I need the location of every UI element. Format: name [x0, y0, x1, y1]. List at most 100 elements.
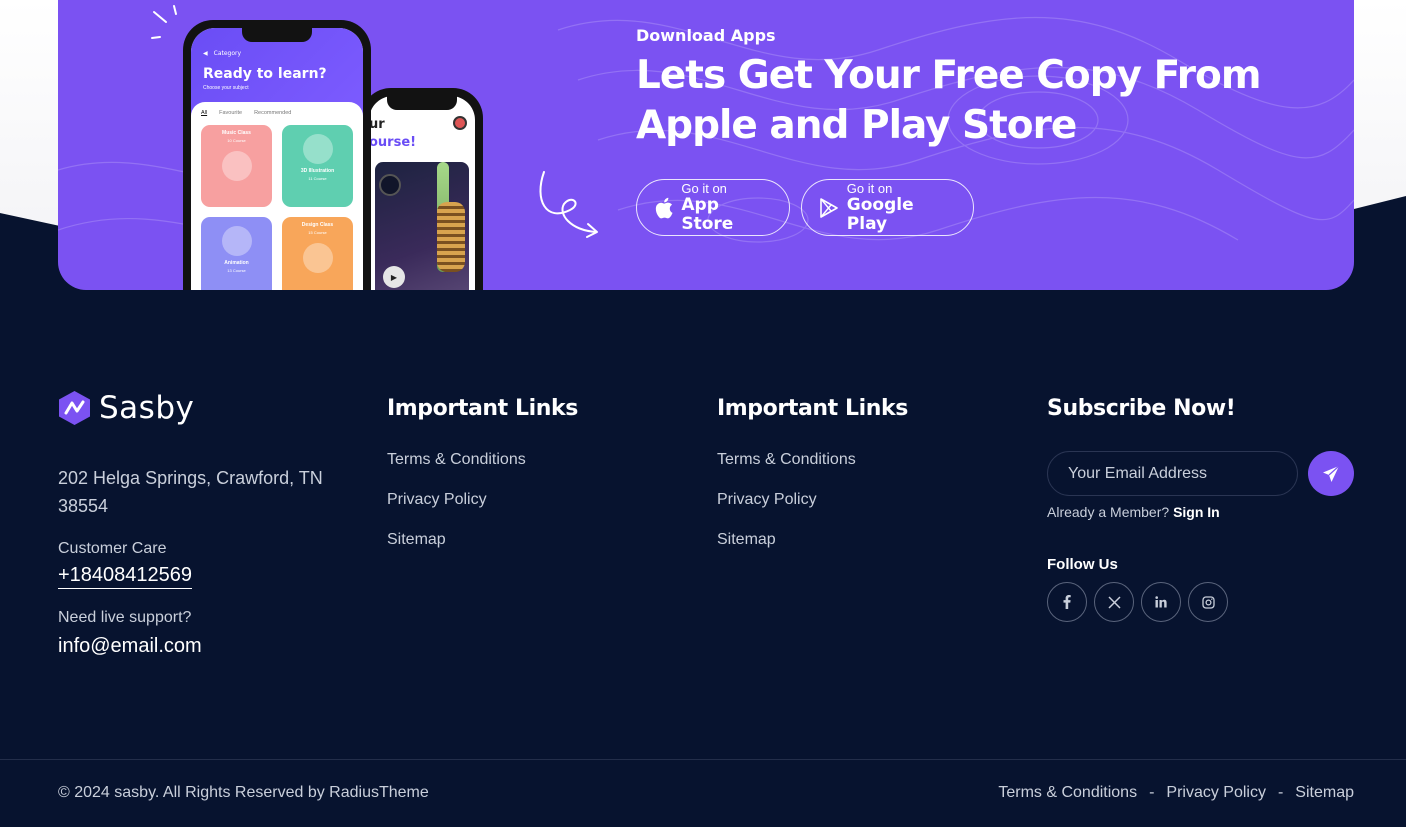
animation-illustration-icon [221, 226, 252, 256]
card-title: Animation [224, 260, 249, 266]
phone-card-music: Music Class 10 Course [201, 125, 272, 207]
links-list: Terms & Conditions Privacy Policy Sitema… [717, 451, 908, 549]
app-store-button[interactable]: Go it on App Store [636, 179, 790, 236]
subscribe-email-input[interactable] [1047, 451, 1298, 496]
music-illustration-icon [221, 151, 252, 181]
promo-text: Download Apps Lets Get Your Free Copy Fr… [636, 26, 1261, 151]
apple-icon [655, 197, 673, 219]
subscribe-send-button[interactable] [1308, 451, 1354, 496]
app-store-small: Go it on [681, 180, 727, 196]
store-buttons: Go it on App Store Go it on Google Play [636, 179, 974, 236]
phone-link[interactable]: +18408412569 [58, 564, 193, 589]
app-store-big: App Store [681, 194, 734, 234]
link-sitemap[interactable]: Sitemap [387, 531, 578, 549]
footer-links-column-2: Important Links Terms & Conditions Priva… [717, 390, 908, 571]
follow-us-title: Follow Us [1047, 556, 1118, 573]
link-terms[interactable]: Terms & Conditions [387, 451, 578, 469]
google-play-text: Go it on Google Play [846, 180, 953, 234]
link-privacy[interactable]: Privacy Policy [387, 491, 578, 509]
phone-subtitle: Choose your subject [203, 85, 249, 91]
phone-card-design: Design Class 15 Course [282, 217, 353, 290]
google-play-button[interactable]: Go it on Google Play [801, 179, 974, 236]
facebook-button[interactable] [1047, 582, 1087, 622]
link-terms[interactable]: Terms & Conditions [717, 451, 908, 469]
google-play-big: Google Play [846, 194, 914, 234]
card-count: 13 Course [227, 268, 246, 273]
card-title: Design Class [301, 222, 334, 228]
phone-body: All Favourite Recommended Music Class 10… [191, 102, 363, 290]
google-play-small: Go it on [846, 180, 893, 196]
brand-name: Sasby [99, 390, 195, 426]
google-play-icon [820, 197, 839, 219]
sasby-logo-icon [59, 391, 90, 425]
subscribe-title: Subscribe Now! [1047, 396, 1236, 421]
course-media: ▶ [375, 162, 469, 290]
sign-in-link[interactable]: Sign In [1173, 504, 1220, 520]
footer-brand-column: Sasby 202 Helga Springs, Crawford, TN 38… [58, 390, 348, 658]
app-store-text: Go it on App Store [681, 180, 769, 234]
phone-card-3d: 3D Illustration 11 Course [282, 125, 353, 207]
bottom-link-terms[interactable]: Terms & Conditions [998, 784, 1137, 802]
promo-eyebrow: Download Apps [636, 26, 776, 45]
phone-tab-recommended: Recommended [254, 110, 292, 116]
phone-category-row: ◀ Category [203, 50, 351, 57]
avatar [453, 116, 467, 130]
bottom-link-separator: - [1149, 784, 1155, 801]
social-links [1047, 582, 1355, 622]
bottom-link-separator: - [1277, 784, 1284, 801]
brand-logo[interactable]: Sasby [58, 390, 348, 426]
link-sitemap[interactable]: Sitemap [717, 531, 908, 549]
promo-title-line2: Apple and Play Store [636, 103, 1077, 148]
card-title: 3D Illustration [300, 168, 335, 174]
company-address: 202 Helga Springs, Crawford, TN 38554 [58, 468, 323, 516]
copyright-text: © 2024 sasby. All Rights Reserved by Rad… [58, 784, 429, 801]
x-button[interactable] [1094, 582, 1134, 622]
link-privacy[interactable]: Privacy Policy [717, 491, 908, 509]
design-illustration-icon [302, 243, 333, 273]
email-link[interactable]: info@email.com [58, 635, 348, 658]
instagram-icon [1201, 595, 1215, 609]
download-apps-banner: ◀ Category Ready to learn? Choose your s… [58, 0, 1354, 290]
links-title: Important Links [387, 396, 578, 421]
phone-tab-favourite: Favourite [219, 110, 243, 116]
send-icon [1323, 465, 1340, 482]
phone-course-line1: ur [369, 117, 385, 132]
footer-subscribe-column: Subscribe Now! Already a Member? Sign In… [1047, 390, 1355, 622]
card-count: 11 Course [308, 176, 327, 181]
card-count: 15 Course [308, 230, 327, 235]
member-text: Already a Member? [1047, 504, 1170, 520]
card-title: Music Class [222, 130, 251, 136]
links-list: Terms & Conditions Privacy Policy Sitema… [387, 451, 578, 549]
x-icon [1107, 595, 1121, 609]
curly-arrow-icon [539, 171, 598, 238]
phone-course-line2: ourse! [369, 135, 417, 151]
orb-illustration [379, 174, 401, 197]
links-title: Important Links [717, 396, 908, 421]
phone-card-grid: Music Class 10 Course 3D Illustration 11… [201, 125, 353, 290]
sparkle-decoration-icon [151, 5, 177, 39]
phone-mockup-category: ◀ Category Ready to learn? Choose your s… [183, 20, 371, 290]
subscribe-form [1047, 451, 1355, 496]
bottom-link-sitemap[interactable]: Sitemap [1295, 784, 1354, 802]
play-icon: ▶ [383, 266, 405, 289]
phone-category-label: Category [213, 50, 242, 57]
promo-title-line1: Lets Get Your Free Copy From [636, 53, 1261, 98]
phone-mockup-course: ur ourse! ▶ [361, 88, 483, 290]
bottom-link-privacy[interactable]: Privacy Policy [1166, 784, 1266, 802]
linkedin-button[interactable] [1141, 582, 1181, 622]
phone-tabs: All Favourite Recommended [201, 110, 353, 116]
phone-title: Ready to learn? [203, 66, 327, 82]
phone-screen: ◀ Category Ready to learn? Choose your s… [191, 28, 363, 290]
phone-card-animation: Animation 13 Course [201, 217, 272, 290]
phone-notch [242, 28, 312, 42]
instagram-button[interactable] [1188, 582, 1228, 622]
back-arrow-icon: ◀ [203, 50, 208, 57]
phone-tab-all: All [201, 110, 208, 116]
phone-notch [387, 96, 457, 110]
footer-links-column-1: Important Links Terms & Conditions Priva… [387, 390, 578, 571]
coil-illustration [437, 202, 465, 273]
card-count: 10 Course [227, 138, 246, 143]
member-line: Already a Member? Sign In [1047, 504, 1355, 520]
phone-screen: ur ourse! ▶ [369, 96, 475, 290]
linkedin-icon [1155, 596, 1167, 608]
